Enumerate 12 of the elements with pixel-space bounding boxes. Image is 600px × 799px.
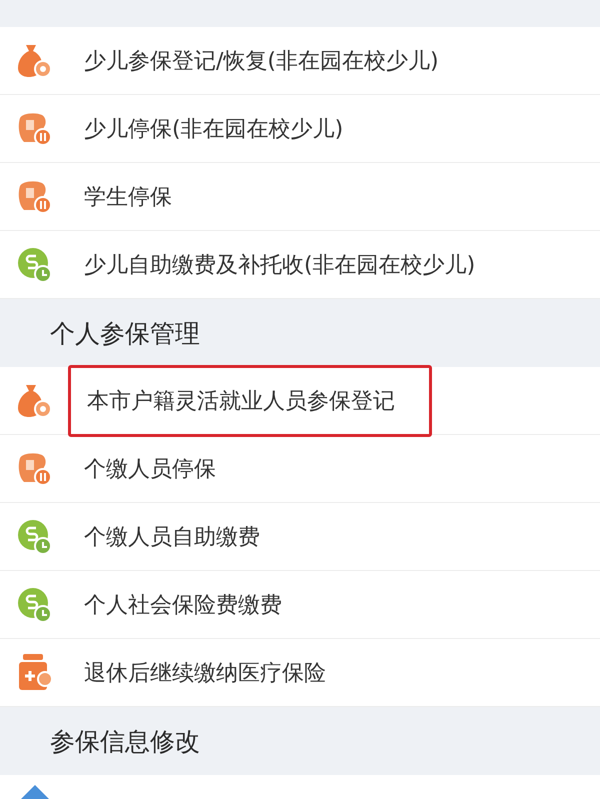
menu-item[interactable]: 本市户籍灵活就业人员参保登记 [0, 367, 600, 435]
section-title: 参保信息修改 [50, 726, 200, 758]
item-label: 个人社会保险费缴费 [84, 592, 282, 620]
item-label: 少儿参保登记/恢复(非在园在校少儿) [84, 48, 439, 76]
section-title: 个人参保管理 [50, 318, 200, 350]
highlighted-item-label: 本市户籍灵活就业人员参保登记 [68, 364, 432, 436]
item-label: 个缴人员停保 [84, 456, 216, 484]
item-label: 少儿停保(非在园在校少儿) [84, 116, 344, 144]
item-label: 个缴人员自助缴费 [84, 524, 260, 552]
item-label: 退休后继续缴纳医疗保险 [84, 660, 326, 688]
item-label: 少儿自助缴费及补托收(非在园在校少儿) [84, 252, 476, 280]
item-label: 学生停保 [84, 184, 172, 212]
